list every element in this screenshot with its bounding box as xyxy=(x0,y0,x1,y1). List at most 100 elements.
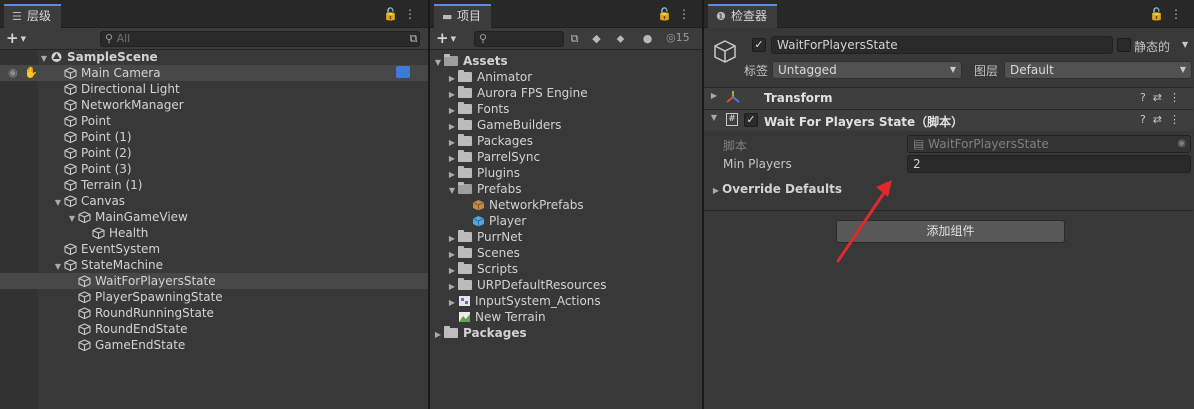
project-item-row[interactable]: ▶ Fonts xyxy=(430,101,702,117)
project-item-label: Scenes xyxy=(477,246,520,260)
project-item-row[interactable]: ▶ ParrelSync xyxy=(430,149,702,165)
min-players-input[interactable]: 2 xyxy=(907,155,1191,173)
tab-project[interactable]: ▬ 项目 xyxy=(434,4,492,28)
hierarchy-item-row[interactable]: RoundEndState xyxy=(0,321,428,337)
pick-hand-icon[interactable]: ✋ xyxy=(24,66,38,79)
fold-arrow-icon[interactable]: ▼ xyxy=(708,113,720,122)
hierarchy-item-row[interactable]: PlayerSpawningState xyxy=(0,289,428,305)
project-item-row[interactable]: ▶ Scenes xyxy=(430,245,702,261)
hierarchy-item-row[interactable]: Point xyxy=(0,113,428,129)
hierarchy-item-row[interactable]: Point (3) xyxy=(0,161,428,177)
transform-title: Transform xyxy=(764,91,833,105)
lock-icon[interactable]: 🔓 xyxy=(383,7,404,21)
project-item-row[interactable]: ▶ Plugins xyxy=(430,165,702,181)
hierarchy-item-row[interactable]: EventSystem xyxy=(0,241,428,257)
hidden-count[interactable]: ◎15 xyxy=(666,31,690,44)
help-icon[interactable]: ? xyxy=(1140,91,1153,104)
hierarchy-item-row[interactable]: ▼ MainGameView xyxy=(0,209,428,225)
static-dropdown-icon[interactable]: ▼ xyxy=(1182,40,1188,49)
help-icon[interactable]: ? xyxy=(1140,113,1153,126)
cube-icon xyxy=(78,291,91,304)
project-item-row[interactable]: ▶ Animator xyxy=(430,69,702,85)
label-icon[interactable]: ⬥ xyxy=(612,31,629,47)
project-item-row[interactable]: ▶ URPDefaultResources xyxy=(430,277,702,293)
hierarchy-item-row[interactable]: WaitForPlayersState xyxy=(0,273,428,289)
create-button[interactable]: + ▼ xyxy=(6,29,26,47)
hierarchy-item-row[interactable]: NetworkManager xyxy=(0,97,428,113)
project-item-row[interactable]: Player xyxy=(430,213,702,229)
search-by-type-icon[interactable]: ⧉ xyxy=(566,31,583,47)
transform-actions: ?⇄⋮ xyxy=(1140,91,1187,104)
project-item-row[interactable]: NetworkPrefabs xyxy=(430,197,702,213)
more-icon[interactable]: ⋮ xyxy=(1169,91,1187,104)
layer-dropdown[interactable]: Default ▼ xyxy=(1004,61,1192,79)
static-label: 静态的 xyxy=(1134,40,1171,54)
script-component-title: Wait For Players State（脚本） xyxy=(764,115,964,129)
project-item-row[interactable]: ▶ Packages xyxy=(430,133,702,149)
chevron-down-icon: ▼ xyxy=(450,34,456,43)
project-item-row[interactable]: ▼ Prefabs xyxy=(430,181,702,197)
project-search-input[interactable]: ⚲ xyxy=(474,31,564,47)
more-icon[interactable]: ⋮ xyxy=(678,7,696,21)
hierarchy-item-row[interactable]: ▼ SampleScene xyxy=(0,49,428,65)
project-item-row[interactable]: ▶ GameBuilders xyxy=(430,117,702,133)
hierarchy-tabbar: ☰ 层级 🔓⋮ xyxy=(0,0,428,28)
tab-hierarchy[interactable]: ☰ 层级 xyxy=(4,4,62,28)
tab-project-label: 项目 xyxy=(457,9,482,23)
script-enabled-checkbox[interactable]: ✓ xyxy=(744,113,758,127)
hierarchy-item-row[interactable]: Terrain (1) xyxy=(0,177,428,193)
project-item-row[interactable]: ▶ Aurora FPS Engine xyxy=(430,85,702,101)
gameobject-icon xyxy=(712,38,738,64)
script-component-header[interactable]: ▼ # ✓ Wait For Players State（脚本） ?⇄⋮ xyxy=(704,109,1193,131)
project-item-row[interactable]: ▼ Assets xyxy=(430,53,702,69)
search-icon: ⚲ xyxy=(105,32,117,45)
folder-icon xyxy=(458,70,472,82)
hierarchy-item-row[interactable]: ▼ StateMachine xyxy=(0,257,428,273)
project-item-row[interactable]: ▶ PurrNet xyxy=(430,229,702,245)
fold-arrow-icon[interactable]: ▶ xyxy=(432,327,444,343)
hierarchy-item-row[interactable]: Point (1) xyxy=(0,129,428,145)
cube-icon xyxy=(64,115,77,128)
lock-icon[interactable]: 🔓 xyxy=(657,7,678,21)
project-item-row[interactable]: New Terrain xyxy=(430,309,702,325)
filter-by-type-icon[interactable]: ◆ xyxy=(588,31,605,47)
warning-icon[interactable]: ● xyxy=(639,31,656,47)
visibility-eye-icon[interactable]: ◉ xyxy=(8,66,18,79)
hierarchy-item-row[interactable]: GameEndState xyxy=(0,337,428,353)
search-filter-icon[interactable]: ⧉ xyxy=(405,31,422,47)
project-item-label: New Terrain xyxy=(475,310,546,324)
hierarchy-item-row[interactable]: RoundRunningState xyxy=(0,305,428,321)
folder-icon xyxy=(458,262,472,274)
transform-header[interactable]: ▶ Transform ?⇄⋮ xyxy=(704,87,1193,109)
tag-dropdown[interactable]: Untagged ▼ xyxy=(772,61,962,79)
hierarchy-item-row[interactable]: Directional Light xyxy=(0,81,428,97)
static-checkbox[interactable] xyxy=(1117,38,1131,52)
hierarchy-search-input[interactable]: ⚲ All xyxy=(100,31,420,47)
lock-icon[interactable]: 🔓 xyxy=(1149,7,1170,21)
hierarchy-item-row[interactable]: Main Camera xyxy=(0,65,428,81)
hierarchy-item-row[interactable]: Point (2) xyxy=(0,145,428,161)
project-item-row[interactable]: ▶ Scripts xyxy=(430,261,702,277)
hidden-count-value: 15 xyxy=(675,31,690,44)
hierarchy-toolbar: + ▼ ⚲ All ⧉ xyxy=(0,28,428,50)
hierarchy-item-label: WaitForPlayersState xyxy=(95,274,216,288)
active-checkbox[interactable]: ✓ xyxy=(752,38,766,52)
presets-icon[interactable]: ⇄ xyxy=(1153,113,1169,126)
object-name-field[interactable]: WaitForPlayersState xyxy=(771,36,1113,54)
create-asset-button[interactable]: + ▼ xyxy=(436,29,456,47)
more-icon[interactable]: ⋮ xyxy=(404,7,422,21)
project-item-row[interactable]: ▶ Packages xyxy=(430,325,702,341)
script-file-icon: ▤ xyxy=(913,137,929,151)
project-item-row[interactable]: ▶ InputSystem_Actions xyxy=(430,293,702,309)
hierarchy-item-row[interactable]: Health xyxy=(0,225,428,241)
object-picker-icon[interactable]: ◉ xyxy=(1177,136,1186,152)
presets-icon[interactable]: ⇄ xyxy=(1153,91,1169,104)
project-tabbar: ▬ 项目 🔓⋮ xyxy=(430,0,702,28)
more-icon[interactable]: ⋮ xyxy=(1170,7,1188,21)
hierarchy-item-row[interactable]: ▼ Canvas xyxy=(0,193,428,209)
fold-arrow-icon[interactable]: ▶ xyxy=(708,91,720,100)
project-item-label: Packages xyxy=(477,134,533,148)
more-icon[interactable]: ⋮ xyxy=(1169,113,1187,126)
tab-inspector[interactable]: ❶ 检查器 xyxy=(708,4,778,28)
override-defaults-foldout[interactable]: ▶ Override Defaults xyxy=(710,182,842,196)
